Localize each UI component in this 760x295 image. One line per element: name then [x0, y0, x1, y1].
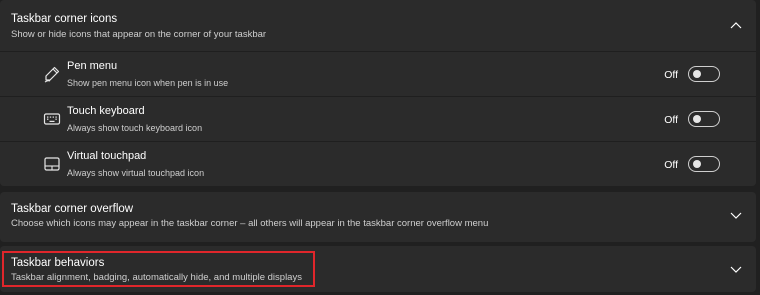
virtual-touchpad-row: Virtual touchpad Always show virtual tou…: [0, 141, 756, 186]
corner-overflow-subtitle: Choose which icons may appear in the tas…: [11, 218, 489, 229]
corner-icons-title: Taskbar corner icons: [11, 13, 118, 25]
behaviors-section[interactable]: Taskbar behaviors Taskbar alignment, bad…: [0, 246, 756, 292]
behaviors-subtitle: Taskbar alignment, badging, automaticall…: [11, 272, 302, 283]
chevron-down-icon[interactable]: [730, 266, 742, 274]
corner-overflow-title: Taskbar corner overflow: [11, 203, 134, 215]
touch-keyboard-title: Touch keyboard: [67, 105, 145, 117]
corner-overflow-section[interactable]: Taskbar corner overflow Choose which ico…: [0, 192, 756, 242]
behaviors-title: Taskbar behaviors: [11, 257, 105, 269]
touchpad-icon: [42, 154, 62, 174]
chevron-down-icon[interactable]: [730, 212, 742, 220]
virtual-touchpad-description: Always show virtual touchpad icon: [67, 168, 205, 178]
virtual-touchpad-title: Virtual touchpad: [67, 150, 147, 162]
touch-keyboard-toggle-state: Off: [664, 114, 678, 126]
virtual-touchpad-toggle-state: Off: [664, 159, 678, 171]
pen-menu-description: Show pen menu icon when pen is in use: [67, 78, 229, 88]
corner-icons-subtitle: Show or hide icons that appear on the co…: [11, 29, 267, 40]
pen-icon: [42, 64, 62, 84]
touch-keyboard-toggle[interactable]: [688, 111, 720, 127]
corner-icons-header[interactable]: Taskbar corner icons Show or hide icons …: [0, 0, 756, 44]
toggle-knob: [693, 160, 701, 168]
virtual-touchpad-toggle[interactable]: [688, 156, 720, 172]
keyboard-icon: [42, 109, 62, 129]
chevron-up-icon[interactable]: [730, 21, 742, 29]
toggle-knob: [693, 115, 701, 123]
pen-menu-toggle-state: Off: [664, 69, 678, 81]
touch-keyboard-description: Always show touch keyboard icon: [67, 123, 203, 133]
pen-menu-row: Pen menu Show pen menu icon when pen is …: [0, 51, 756, 96]
touch-keyboard-row: Touch keyboard Always show touch keyboar…: [0, 96, 756, 141]
pen-menu-toggle[interactable]: [688, 66, 720, 82]
pen-menu-title: Pen menu: [67, 60, 118, 72]
corner-icons-section: Taskbar corner icons Show or hide icons …: [0, 0, 756, 186]
toggle-knob: [693, 70, 701, 78]
